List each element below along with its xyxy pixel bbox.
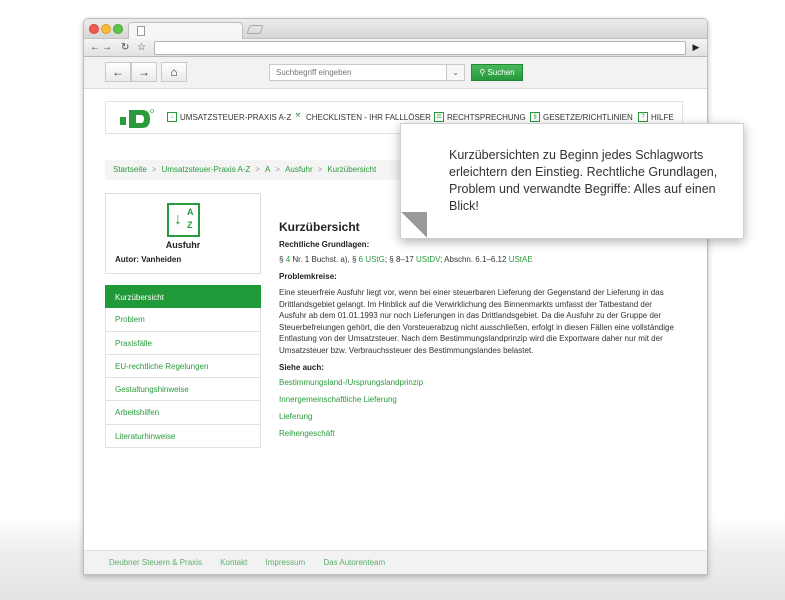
see-also-link[interactable]: Lieferung — [279, 412, 674, 421]
nav-hilfe[interactable]: ? HILFE — [638, 112, 674, 122]
breadcrumb-item[interactable]: Ausfuhr — [285, 165, 313, 174]
entry-card: ↓ A Z Ausfuhr Autor: Vanheiden — [105, 193, 261, 274]
breadcrumb-item[interactable]: Umsatzsteuer-Praxis A-Z — [161, 165, 250, 174]
home-icon[interactable]: ⌂ — [161, 62, 187, 82]
nav-checklisten[interactable]: ⚒ CHECKLISTEN - IHR FALLLÖSER — [293, 112, 431, 122]
url-field[interactable] — [154, 41, 686, 55]
browser-window: ← → ↻ ☆ ▶ ← → ⌂ ⌄ ⚲ Suchen ↓ UMSATZSTEUE… — [83, 18, 708, 575]
search-input[interactable] — [269, 64, 447, 81]
nav-gesetze-label: GESETZE/RICHTLINIEN — [543, 112, 633, 122]
search-button[interactable]: ⚲ Suchen — [471, 64, 523, 81]
law-text: ; § 8–17 — [384, 255, 414, 264]
nav-rechtsprechung-label: RECHTSPRECHUNG — [447, 112, 526, 122]
law-text: § — [279, 255, 284, 264]
back-button[interactable]: ← — [105, 62, 131, 82]
nav-umsatzsteuer-praxis-label: UMSATZSTEUER-PRAXIS A-Z — [180, 112, 292, 122]
nav-gesetze[interactable]: § GESETZE/RICHTLINIEN — [530, 112, 633, 122]
section-nav-item-arbeitshilfen[interactable]: Arbeitshilfen — [105, 401, 261, 425]
nav-hilfe-label: HILFE — [651, 112, 674, 122]
law-link[interactable]: 6 UStG — [359, 255, 385, 264]
search-button-label: Suchen — [487, 68, 515, 77]
nav-rechtsprechung[interactable]: ⚖ RECHTSPRECHUNG — [434, 112, 526, 122]
play-icon[interactable]: ▶ — [690, 41, 702, 54]
law-text: Nr. 1 Buchst. a), § — [290, 255, 357, 264]
footer-link[interactable]: Deubner Steuern & Praxis — [109, 558, 202, 567]
entry-title: Ausfuhr — [165, 240, 201, 250]
maximize-window-button[interactable] — [113, 24, 123, 34]
law-text: ; Abschn. 6.1–6.12 — [440, 255, 507, 264]
breadcrumb-item[interactable]: Kurzübersicht — [327, 165, 376, 174]
chevron-down-icon[interactable]: ⌄ — [447, 64, 465, 81]
star-icon[interactable]: ☆ — [137, 41, 146, 54]
footer-link[interactable]: Impressum — [266, 558, 306, 567]
problem-heading: Problemkreise: — [279, 272, 337, 281]
court-icon: ⚖ — [434, 112, 444, 122]
section-nav: Kurzübersicht Problem Praxisfälle EU-rec… — [105, 285, 261, 449]
footer-link[interactable]: Das Autorenteam — [323, 558, 385, 567]
footer-link[interactable]: Kontakt — [220, 558, 247, 567]
section-nav-item-problem[interactable]: Problem — [105, 308, 261, 332]
problem-text: Eine steuerfreie Ausfuhr liegt vor, wenn… — [279, 288, 674, 355]
entry-author: Autor: Vanheiden — [115, 255, 182, 264]
see-also-link[interactable]: Reihengeschäft — [279, 429, 674, 438]
az-sort-icon: ↓ A Z — [167, 203, 200, 237]
browser-tab[interactable] — [128, 22, 243, 39]
nav-umsatzsteuer-praxis[interactable]: ↓ UMSATZSTEUER-PRAXIS A-Z — [167, 112, 291, 122]
close-window-button[interactable] — [89, 24, 99, 34]
law-link[interactable]: UStAE — [509, 255, 533, 264]
forward-button[interactable]: → — [131, 62, 157, 82]
wrench-icon: ⚒ — [295, 113, 301, 119]
page-curl-icon — [401, 212, 427, 238]
title-bar — [84, 19, 707, 39]
new-tab-button[interactable] — [246, 25, 264, 34]
see-also-heading: Siehe auch: — [279, 362, 324, 372]
legal-references: § 4 Nr. 1 Buchst. a), § 6 UStG; § 8–17 U… — [279, 255, 674, 264]
main-content: Kurzübersicht Rechtliche Grundlagen: § 4… — [279, 220, 674, 446]
section-nav-item-kurzuebersicht[interactable]: Kurzübersicht — [105, 285, 261, 309]
site-footer: Deubner Steuern & Praxis Kontakt Impress… — [84, 550, 707, 574]
reload-icon[interactable]: ↻ — [121, 41, 129, 54]
paragraph-icon: § — [530, 112, 540, 122]
callout-text: Kurzübersichten zu Beginn jedes Schlagwo… — [449, 148, 718, 213]
breadcrumb-item[interactable]: A — [265, 165, 270, 174]
callout-note: Kurzübersichten zu Beginn jedes Schlagwo… — [400, 123, 744, 239]
help-icon: ? — [638, 112, 648, 122]
nav-checklisten-label: CHECKLISTEN - IHR FALLLÖSER — [306, 112, 431, 122]
minimize-window-button[interactable] — [101, 24, 111, 34]
breadcrumb: Startseite > Umsatzsteuer-Praxis A-Z > A > Aus… — [105, 160, 405, 180]
see-also-link[interactable]: Innergemeinschaftliche Lieferung — [279, 395, 674, 404]
breadcrumb-item[interactable]: Startseite — [113, 165, 147, 174]
see-also-link[interactable]: Bestimmungsland-/Ursprungslandprinzip — [279, 378, 674, 387]
section-nav-item-praxisfaelle[interactable]: Praxisfälle — [105, 331, 261, 355]
document-icon — [137, 26, 145, 36]
deubner-logo — [120, 109, 154, 128]
section-nav-item-eu-regelungen[interactable]: EU-rechtliche Regelungen — [105, 354, 261, 379]
back-arrow-icon[interactable]: ← — [90, 41, 100, 54]
section-nav-item-literaturhinweise[interactable]: Literaturhinweise — [105, 424, 261, 449]
see-also-links: Bestimmungsland-/Ursprungslandprinzip In… — [279, 378, 674, 438]
address-bar: ← → ↻ ☆ ▶ — [84, 39, 707, 57]
section-nav-item-gestaltungshinweise[interactable]: Gestaltungshinweise — [105, 378, 261, 402]
site-toolbar: ← → ⌂ ⌄ ⚲ Suchen — [84, 57, 707, 89]
law-link[interactable]: UStDV — [416, 255, 440, 264]
az-icon: ↓ — [167, 112, 177, 122]
legal-heading: Rechtliche Grundlagen: — [279, 240, 370, 249]
forward-arrow-icon[interactable]: → — [102, 41, 112, 54]
